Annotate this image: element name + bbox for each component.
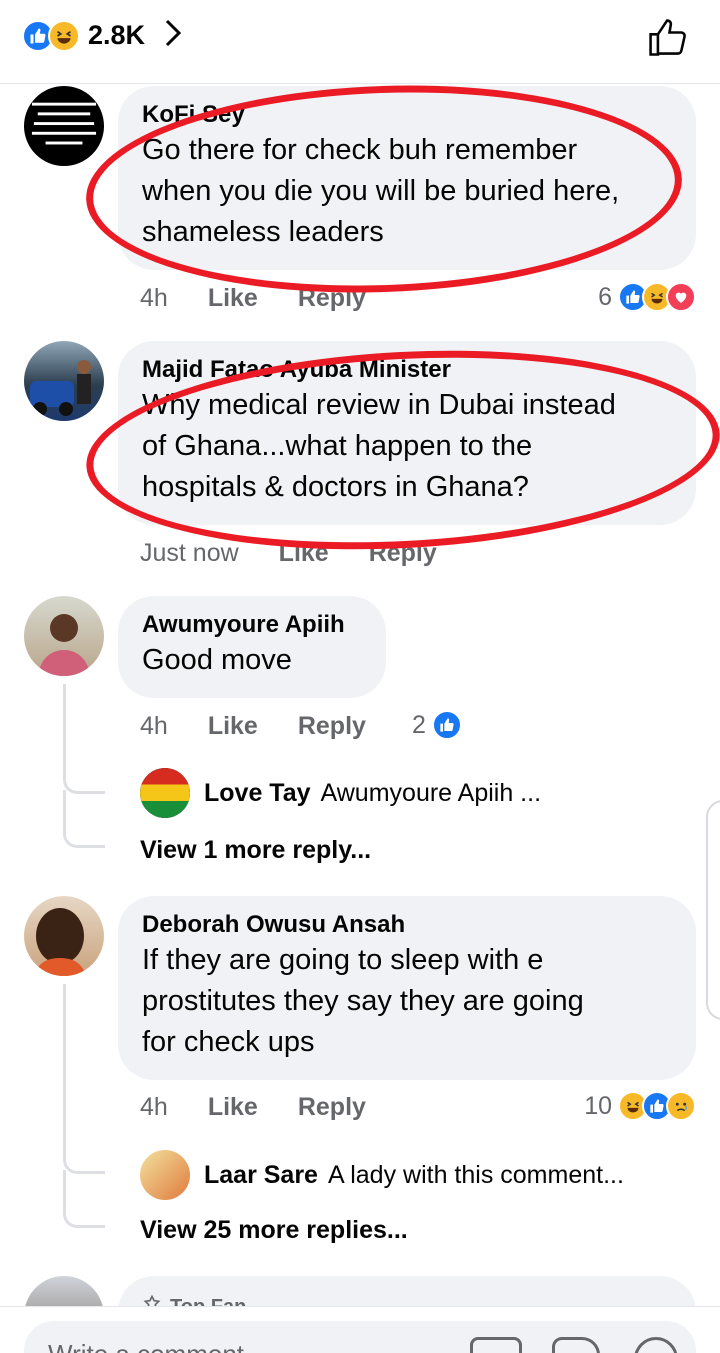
avatar-photo bbox=[30, 360, 91, 416]
comment-time: Just now bbox=[140, 539, 239, 567]
scroll-handle[interactable] bbox=[706, 800, 720, 1020]
view-more-replies-link[interactable]: View 1 more reply... bbox=[140, 836, 371, 865]
avatar[interactable] bbox=[24, 86, 104, 166]
like-icon bbox=[431, 710, 462, 740]
comment-reactions[interactable]: 2 bbox=[412, 710, 462, 740]
reaction-count: 10 bbox=[584, 1091, 612, 1120]
gif-icon[interactable] bbox=[470, 1337, 522, 1353]
reply-preview[interactable]: Love Tay Awumyoure Apiih ... bbox=[140, 768, 541, 818]
comment-actions: 4h Like Reply bbox=[140, 1093, 406, 1122]
comment-text-line: If they are going to sleep with e bbox=[142, 944, 544, 976]
avatar[interactable] bbox=[24, 341, 104, 421]
like-button[interactable]: Like bbox=[208, 1093, 258, 1122]
haha-icon bbox=[48, 19, 80, 52]
avatar bbox=[140, 1150, 190, 1200]
reply-author[interactable]: Laar Sare bbox=[204, 1161, 318, 1190]
comment-time: 4h bbox=[140, 712, 168, 740]
reactions-header: 2.8K bbox=[0, 0, 720, 84]
love-icon bbox=[666, 282, 696, 312]
avatar[interactable] bbox=[24, 596, 104, 676]
comment-time: 4h bbox=[140, 284, 168, 312]
reply-author[interactable]: Love Tay bbox=[204, 779, 311, 808]
chevron-right-icon[interactable] bbox=[163, 18, 183, 53]
comment-text-line: for check ups bbox=[142, 1026, 315, 1058]
reaction-count: 6 bbox=[598, 282, 612, 311]
thread-line bbox=[63, 684, 105, 794]
comment-time: 4h bbox=[140, 1093, 168, 1121]
comment-bubble[interactable]: Deborah Owusu Ansah If they are going to… bbox=[118, 896, 696, 1080]
comment-composer: Write a comment... bbox=[0, 1306, 720, 1353]
comment-text-line: prostitutes they say they are going bbox=[142, 985, 584, 1017]
reply-preview[interactable]: Laar Sare A lady with this comment... bbox=[140, 1150, 624, 1200]
thread-line bbox=[63, 1170, 105, 1228]
comment-reactions[interactable]: 10 bbox=[584, 1091, 696, 1121]
comment-author[interactable]: Awumyoure Apiih bbox=[142, 610, 362, 640]
reaction-count: 2.8K bbox=[88, 20, 146, 50]
view-more-replies-link[interactable]: View 25 more replies... bbox=[140, 1216, 408, 1245]
reply-button[interactable]: Reply bbox=[298, 712, 366, 741]
avatar[interactable] bbox=[24, 896, 104, 976]
comment-text-line: Good move bbox=[142, 644, 292, 676]
reaction-summary[interactable]: 2.8K bbox=[22, 18, 183, 53]
reply-text: Awumyoure Apiih ... bbox=[320, 778, 542, 807]
avatar bbox=[140, 768, 190, 818]
sad-icon bbox=[666, 1091, 696, 1121]
thread-line bbox=[63, 984, 105, 1174]
like-button[interactable]: Like bbox=[208, 712, 258, 741]
reply-button[interactable]: Reply bbox=[298, 1093, 366, 1122]
comment-author[interactable]: Deborah Owusu Ansah bbox=[142, 910, 672, 940]
avatar-logo bbox=[140, 768, 190, 818]
comment-bubble[interactable]: Awumyoure Apiih Good move bbox=[118, 596, 386, 698]
like-button[interactable]: Like bbox=[208, 284, 258, 313]
thread-line bbox=[63, 790, 105, 848]
reaction-count: 2 bbox=[412, 710, 426, 739]
reply-text: A lady with this comment... bbox=[327, 1160, 624, 1189]
avatar-photo bbox=[38, 614, 90, 676]
comment-actions: 4h Like Reply bbox=[140, 712, 406, 741]
avatar-photo bbox=[34, 908, 86, 976]
comment-reactions[interactable]: 6 bbox=[598, 282, 696, 312]
avatar-quote-image bbox=[31, 102, 97, 145]
thumbs-up-outline-icon[interactable] bbox=[646, 16, 690, 65]
comment-input-placeholder: Write a comment... bbox=[48, 1339, 266, 1353]
